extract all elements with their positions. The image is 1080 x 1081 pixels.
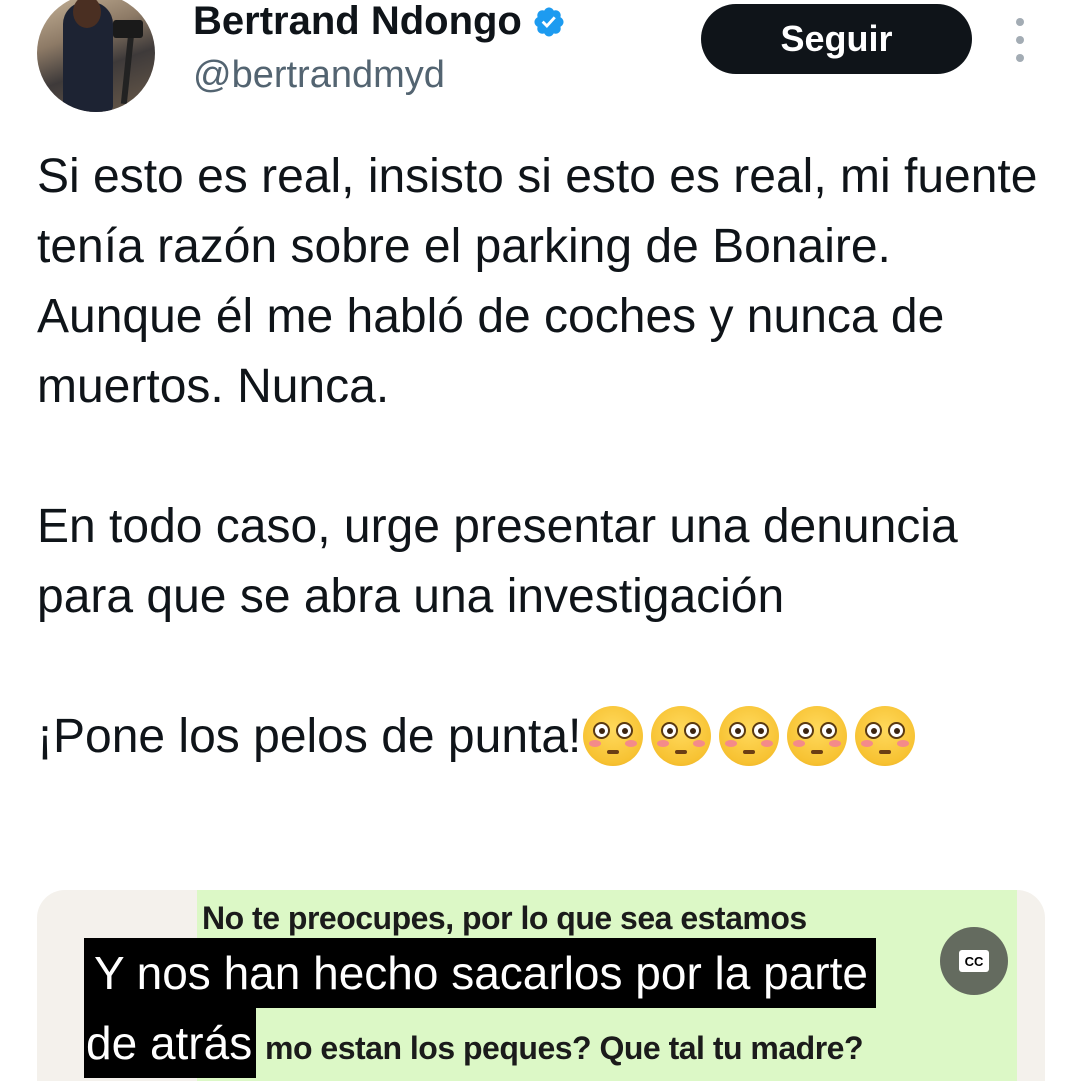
more-dot — [1016, 54, 1024, 62]
author-name-row: Bertrand Ndongo — [193, 0, 566, 44]
tweet-text: Si esto es real, insisto si esto es real… — [37, 142, 1047, 772]
verified-badge-icon — [534, 7, 564, 37]
video-caption: Y nos han hecho sacarlos por la parte de… — [84, 938, 876, 1078]
flushed-face-icon — [787, 706, 848, 766]
more-vertical-icon[interactable] — [1008, 18, 1032, 62]
caption-line: de atrás — [84, 1008, 257, 1078]
flushed-face-icon — [651, 706, 712, 766]
author-display-name[interactable]: Bertrand Ndongo — [193, 0, 522, 44]
tweet-paragraph: En todo caso, urge presentar una denunci… — [37, 500, 958, 623]
flushed-face-icon — [583, 706, 644, 766]
author-handle[interactable]: @bertrandmyd — [193, 52, 445, 98]
closed-captions-button[interactable]: CC — [940, 927, 1008, 995]
flushed-face-icon — [719, 706, 780, 766]
more-dot — [1016, 18, 1024, 26]
flushed-face-icon — [855, 706, 916, 766]
tweet-paragraph: Si esto es real, insisto si esto es real… — [37, 150, 1038, 413]
avatar-camera — [113, 20, 143, 38]
closed-captions-icon: CC — [959, 950, 989, 972]
tweet-paragraph-last: ¡Pone los pelos de punta! — [37, 702, 1047, 772]
author-avatar[interactable] — [37, 0, 155, 112]
follow-button[interactable]: Seguir — [701, 4, 972, 74]
chat-text-top: No te preocupes, por lo que sea estamos — [202, 900, 807, 936]
tweet-page: Bertrand Ndongo @bertrandmyd Seguir Si e… — [0, 0, 1080, 1081]
caption-line: Y nos han hecho sacarlos por la parte — [84, 938, 876, 1008]
more-dot — [1016, 36, 1024, 44]
emoji-row — [583, 706, 916, 766]
tweet-paragraph: ¡Pone los pelos de punta! — [37, 710, 582, 763]
